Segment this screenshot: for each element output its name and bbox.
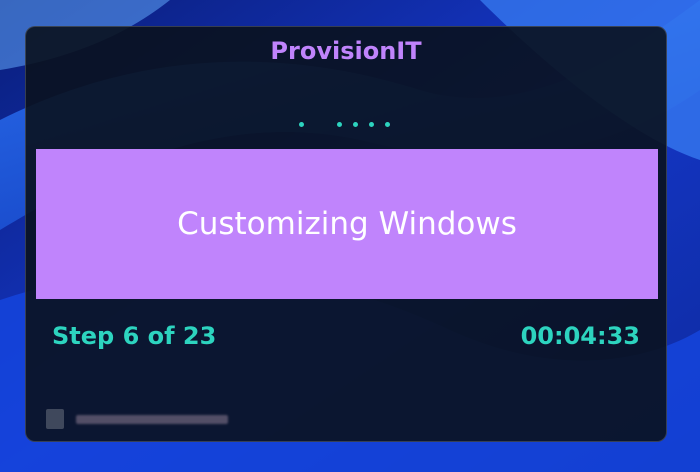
step-counter: Step 6 of 23 bbox=[52, 322, 217, 350]
redacted-avatar bbox=[46, 409, 64, 429]
progress-dot bbox=[299, 122, 304, 127]
elapsed-timer: 00:04:33 bbox=[520, 322, 640, 350]
app-title: ProvisionIT bbox=[270, 37, 422, 65]
status-banner: Customizing Windows bbox=[36, 149, 658, 299]
progress-dot bbox=[337, 122, 342, 127]
progress-dots bbox=[296, 122, 406, 132]
status-message: Customizing Windows bbox=[177, 206, 517, 242]
progress-dot bbox=[353, 122, 358, 127]
redacted-user-info bbox=[46, 409, 236, 429]
provisioning-dialog: ProvisionIT Customizing Windows Step 6 o… bbox=[25, 26, 667, 442]
progress-dot bbox=[369, 122, 374, 127]
redacted-text bbox=[76, 415, 228, 424]
progress-dot bbox=[385, 122, 390, 127]
